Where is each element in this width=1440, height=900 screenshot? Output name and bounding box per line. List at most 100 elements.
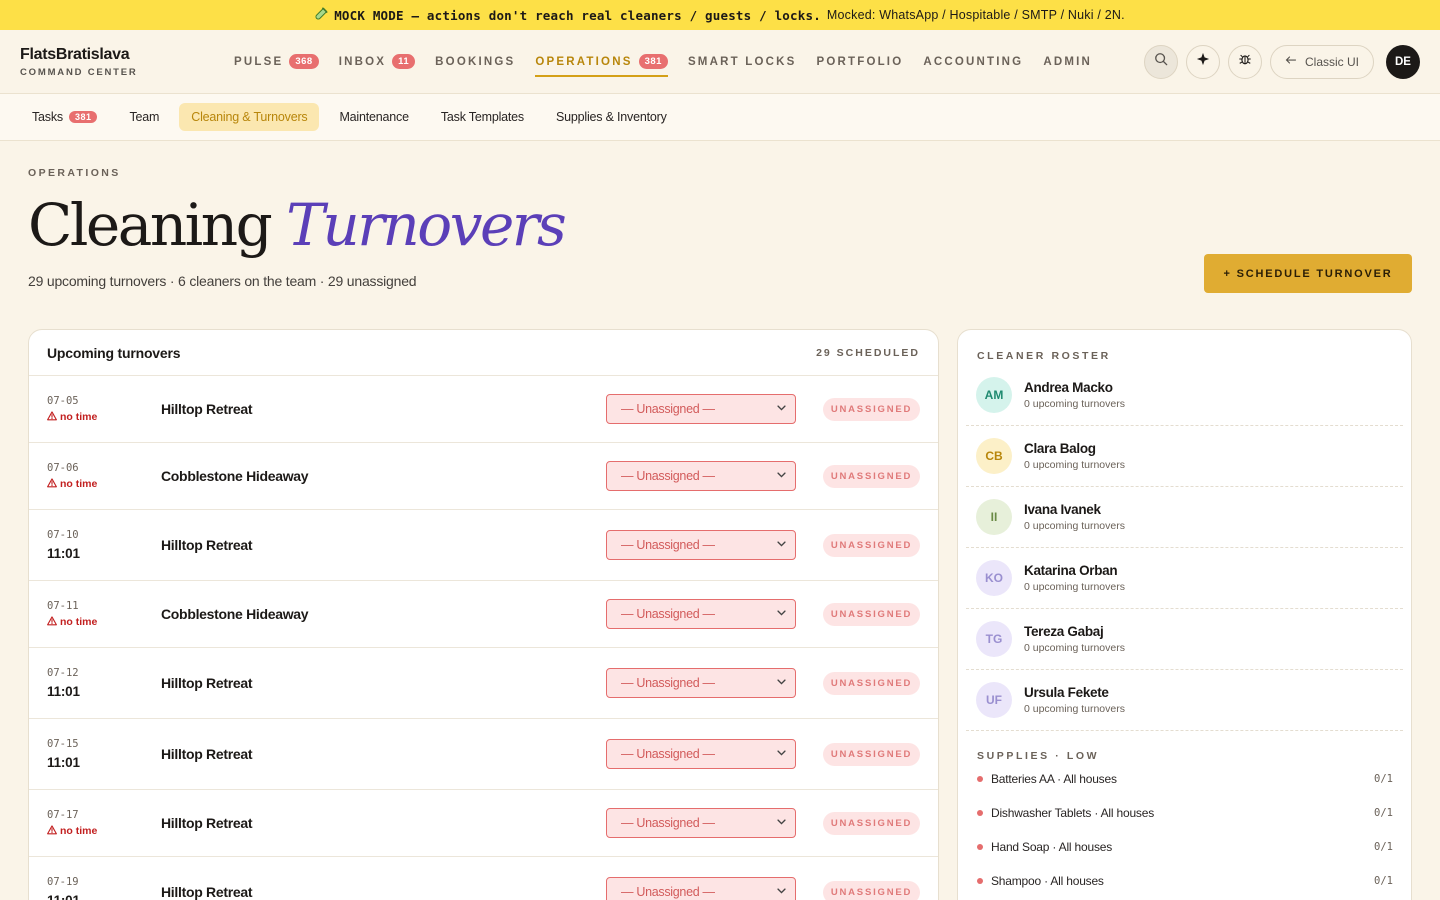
cleaner-item[interactable]: CB Clara Balog 0 upcoming turnovers [966,426,1403,487]
status-badge: UNASSIGNED [823,811,920,835]
tab-task-templates[interactable]: Task Templates [429,103,536,131]
assistant-button[interactable] [1185,44,1220,79]
tab-badge: 381 [68,111,98,123]
assign-select-value: — Unassigned — [621,538,715,552]
supply-qty: 0/1 [1374,875,1393,887]
nav-accounting[interactable]: ACCOUNTING [923,48,1023,76]
assign-select-value: — Unassigned — [621,816,715,830]
no-time-warning: no time [47,824,161,838]
cleaner-assign-select[interactable]: — Unassigned — [606,668,796,698]
cleaner-meta: 0 upcoming turnovers [1024,520,1125,532]
turnover-datetime: 07-12 11:01 [47,667,161,699]
assign-select-value: — Unassigned — [621,607,715,621]
cleaner-assign-select[interactable]: — Unassigned — [606,877,796,900]
cleaner-assign-select[interactable]: — Unassigned — [606,461,796,491]
turnover-row[interactable]: 07-06 no time Cobblestone Hideaway — Una… [29,443,938,510]
nav-inbox[interactable]: INBOX 11 [339,46,416,77]
warning-icon [47,824,57,838]
property-name: Cobblestone Hideaway [161,468,309,484]
status-badge: UNASSIGNED [823,397,920,421]
cleaner-assign-select[interactable]: — Unassigned — [606,599,796,629]
warning-icon [47,615,57,629]
turnover-date: 07-06 [47,461,79,474]
supply-qty: 0/1 [1374,841,1393,853]
cleaner-roster-label: CLEANER ROSTER [977,350,1111,362]
turnover-date: 07-19 [47,876,79,888]
turnover-row[interactable]: 07-05 no time Hilltop Retreat — Unassign… [29,376,938,443]
classic-ui-label: Classic UI [1304,54,1359,69]
nav-admin[interactable]: ADMIN [1043,48,1092,76]
nav-label: PORTFOLIO [816,55,904,68]
cleaner-assign-select[interactable]: — Unassigned — [606,394,796,424]
turnover-row[interactable]: 07-11 no time Cobblestone Hideaway — Una… [29,581,938,648]
nav-portfolio[interactable]: PORTFOLIO [816,48,903,76]
cleaner-meta: 0 upcoming turnovers [1024,703,1125,715]
assign-select-value: — Unassigned — [621,747,715,761]
operations-subnav: Tasks 381 Team Cleaning & Turnovers Maint… [0,94,1440,141]
cleaner-assign-select[interactable]: — Unassigned — [606,530,796,560]
tab-cleaning-turnovers[interactable]: Cleaning & Turnovers [179,103,320,131]
cleaner-assign-select[interactable]: — Unassigned — [606,739,796,769]
cleaner-info: Ursula Fekete 0 upcoming turnovers [1024,685,1125,715]
debug-button[interactable] [1227,44,1262,79]
cleaner-item[interactable]: TG Tereza Gabaj 0 upcoming turnovers [966,609,1403,670]
tab-tasks[interactable]: Tasks 381 [20,103,109,131]
cleaner-item[interactable]: II Ivana Ivanek 0 upcoming turnovers [966,487,1403,548]
turnover-datetime: 07-10 11:01 [47,529,161,561]
cleaner-item[interactable]: UF Ursula Fekete 0 upcoming turnovers [966,670,1403,731]
chevron-down-icon [776,607,787,621]
cleaner-name: Tereza Gabaj [1024,624,1104,639]
supply-name: Dishwasher Tablets · All houses [991,806,1154,820]
turnover-row[interactable]: 07-12 11:01 Hilltop Retreat — Unassigned… [29,648,938,719]
turnover-row[interactable]: 07-10 11:01 Hilltop Retreat — Unassigned… [29,510,938,581]
no-time-warning: no time [47,477,161,491]
chevron-down-icon [776,538,787,552]
supplies-low-list: Batteries AA · All houses 0/1 Dishwasher… [958,762,1411,898]
cleaner-item[interactable]: KO Katarina Orban 0 upcoming turnovers [966,548,1403,609]
turnover-row[interactable]: 07-17 no time Hilltop Retreat — Unassign… [29,790,938,857]
nav-smart-locks[interactable]: SMART LOCKS [688,48,797,76]
assign-select-value: — Unassigned — [621,469,715,483]
schedule-turnover-button[interactable]: + SCHEDULE TURNOVER [1204,254,1412,293]
user-avatar[interactable]: DE [1386,44,1420,79]
supply-item[interactable]: Hand Soap · All houses 0/1 [958,830,1411,864]
page-summary: 29 upcoming turnovers · 6 cleaners on th… [28,273,417,289]
mock-mode-banner: MOCK MODE — actions don't reach real cle… [0,0,1440,30]
classic-ui-button[interactable]: Classic UI [1269,44,1374,79]
turnover-row[interactable]: 07-15 11:01 Hilltop Retreat — Unassigned… [29,719,938,790]
nav-bookings[interactable]: BOOKINGS [435,48,515,76]
tab-maintenance[interactable]: Maintenance [327,103,420,131]
cleaner-assign-select[interactable]: — Unassigned — [606,808,796,838]
cleaner-avatar: CB [976,438,1012,474]
nav-operations[interactable]: OPERATIONS 381 [535,46,668,77]
no-time-warning: no time [47,410,161,424]
tab-team[interactable]: Team [117,103,171,131]
status-badge: UNASSIGNED [823,464,920,488]
cleaner-avatar: KO [976,560,1012,596]
cleaner-roster: AM Andrea Macko 0 upcoming turnovers CB … [958,365,1411,731]
bug-icon [1238,52,1252,71]
brand[interactable]: FlatsBratislava COMMAND CENTER [20,46,220,78]
nav-label: PULSE [234,55,284,68]
supply-item[interactable]: Batteries AA · All houses 0/1 [958,762,1411,796]
cleaner-item[interactable]: AM Andrea Macko 0 upcoming turnovers [966,365,1403,426]
nav-pulse[interactable]: PULSE 368 [234,46,319,77]
turnover-row[interactable]: 07-19 11:01 Hilltop Retreat — Unassigned… [29,857,938,900]
cleaner-name: Ursula Fekete [1024,685,1109,700]
nav-badge: 381 [638,54,668,69]
no-time-label: no time [60,411,98,423]
cleaner-info: Andrea Macko 0 upcoming turnovers [1024,380,1125,410]
turnover-datetime: 07-11 no time [47,600,161,629]
chevron-down-icon [776,676,787,690]
no-time-label: no time [60,825,98,837]
supply-item[interactable]: Dishwasher Tablets · All houses 0/1 [958,796,1411,830]
chevron-down-icon [776,402,787,416]
sparkle-icon [1196,52,1210,71]
turnover-date: 07-12 [47,667,79,679]
search-button[interactable] [1143,44,1178,79]
nav-badge: 11 [392,54,416,69]
tab-supplies-inventory[interactable]: Supplies & Inventory [544,103,679,131]
nav-label: ADMIN [1043,55,1093,68]
supply-item[interactable]: Shampoo · All houses 0/1 [958,864,1411,898]
cleaner-name: Clara Balog [1024,441,1096,456]
